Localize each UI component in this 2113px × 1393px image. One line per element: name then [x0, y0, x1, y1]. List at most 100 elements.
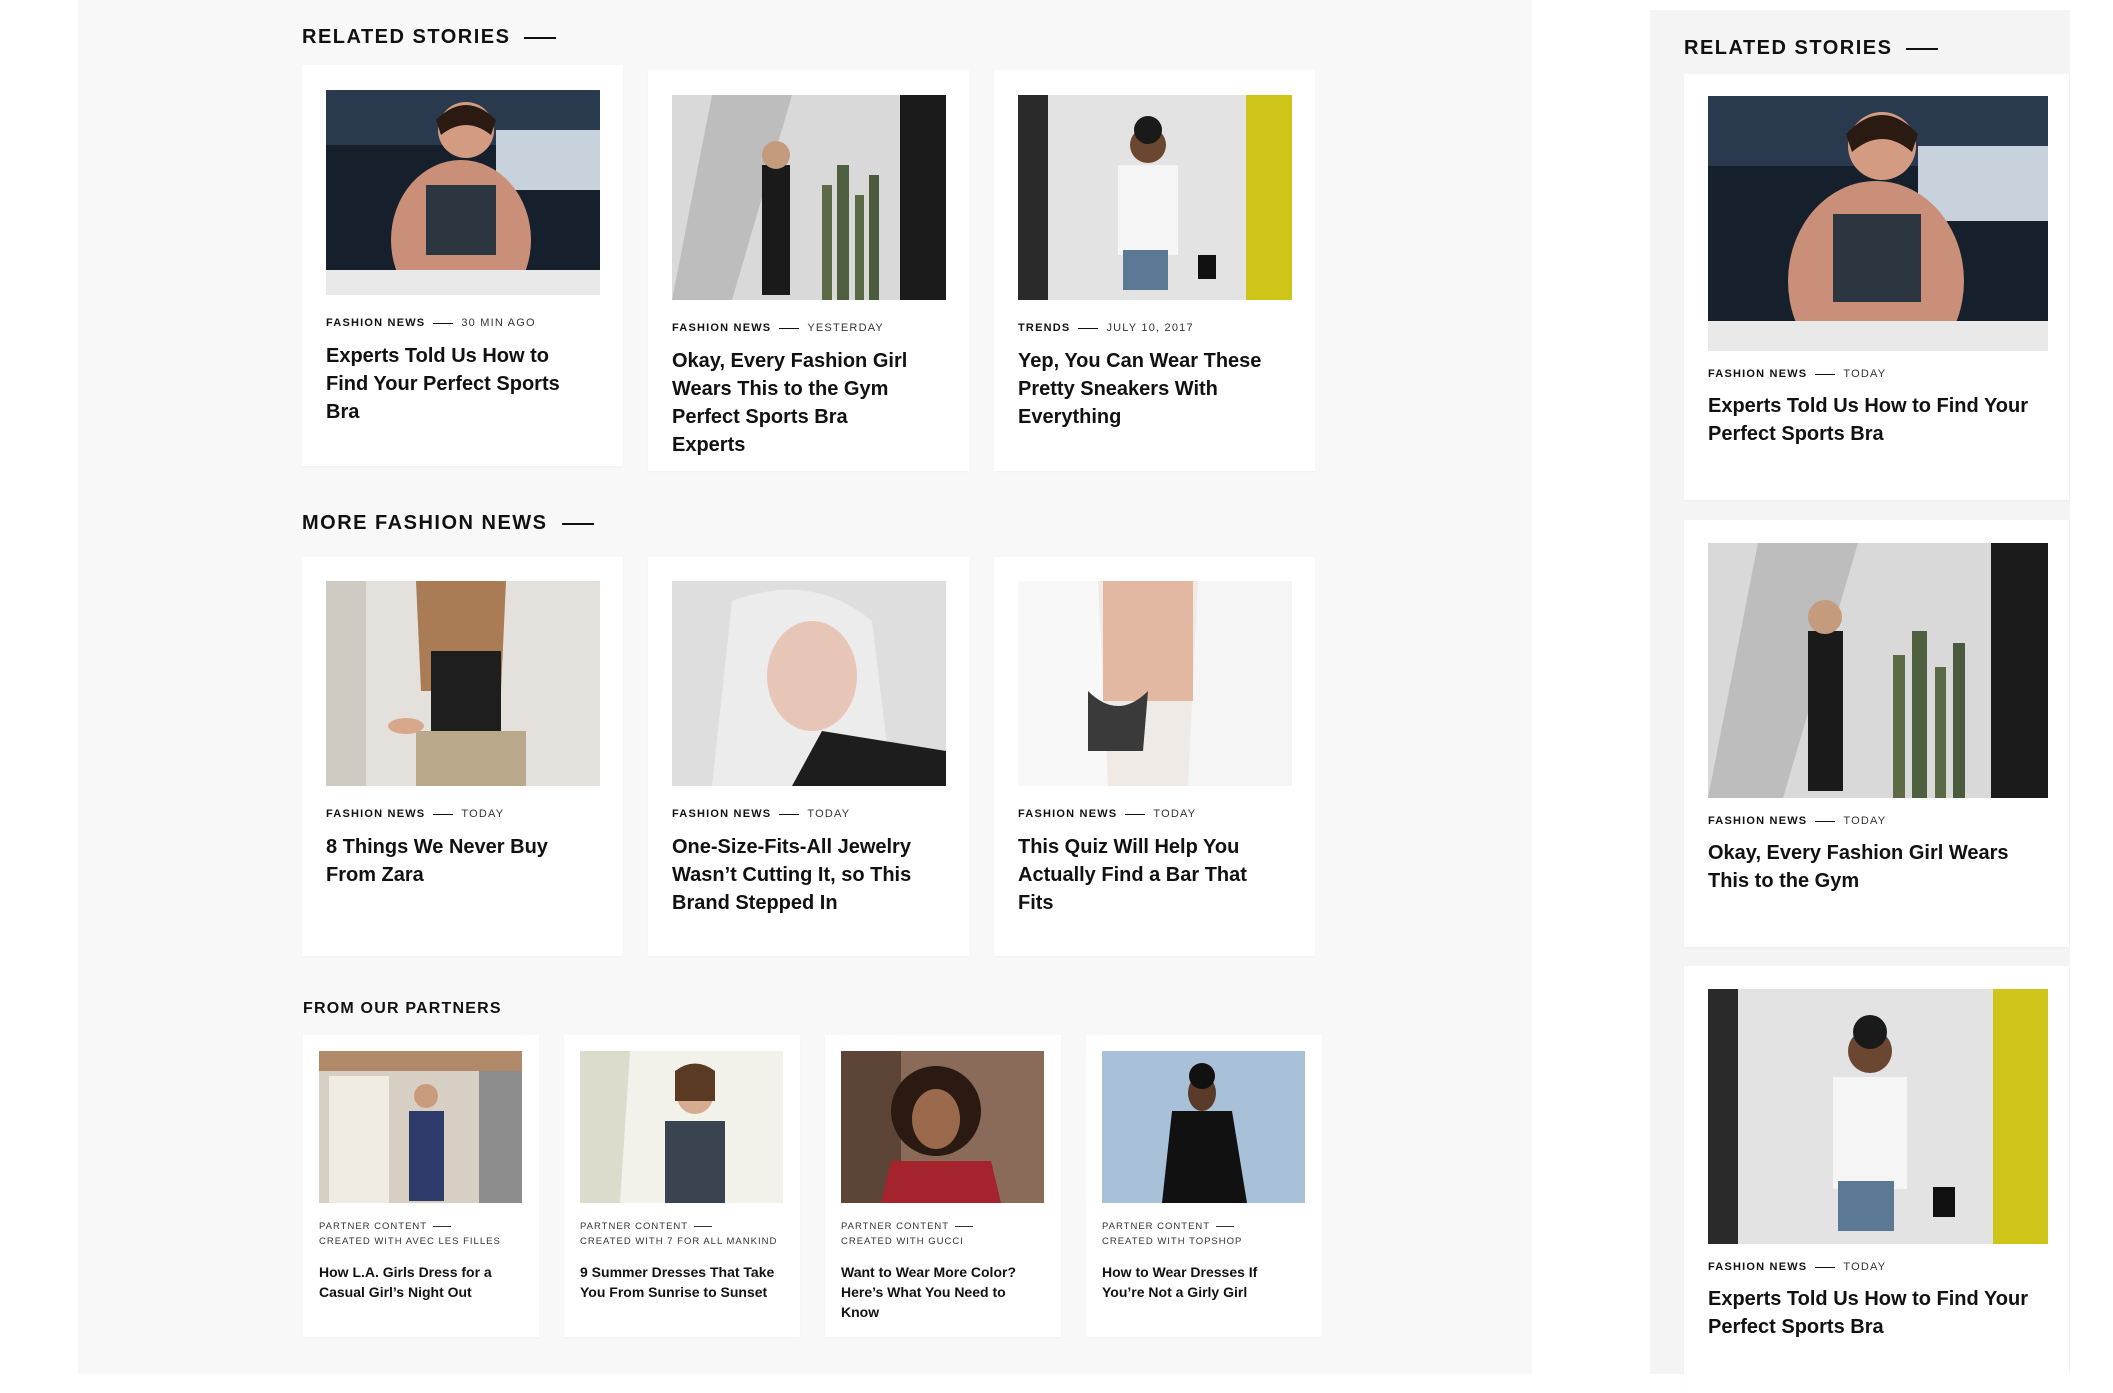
sidebar-related-stories-heading: RELATED STORIES: [1684, 37, 1939, 60]
news-title[interactable]: One-Size-Fits-All Jewelry Wasn’t Cutting…: [672, 833, 922, 917]
meta-dash: [1078, 327, 1099, 329]
heading-dash: [561, 522, 594, 525]
meta-dash: [779, 327, 800, 329]
news-card[interactable]: FASHION NEWS TODAY One-Size-Fits-All Jewe…: [648, 557, 969, 956]
partners-heading: FROM OUR PARTNERS: [303, 1000, 502, 1018]
story-card[interactable]: TRENDS JULY 10, 2017 Yep, You Can Wear Th…: [994, 70, 1315, 471]
partner-title[interactable]: Want to Wear More Color? Here’s What You…: [841, 1262, 1041, 1322]
heading-text: RELATED STORIES: [1684, 37, 1893, 59]
meta-dash: [1815, 1266, 1836, 1268]
heading-dash: [1906, 47, 1939, 50]
partner-card[interactable]: PARTNER CONTENT CREATED WITH GUCCI Want …: [825, 1035, 1061, 1337]
category-label[interactable]: FASHION NEWS: [672, 808, 771, 820]
related-stories-heading: RELATED STORIES: [302, 26, 557, 49]
timestamp: JULY 10, 2017: [1106, 322, 1194, 334]
heading-text: MORE FASHION NEWS: [302, 512, 548, 534]
story-card[interactable]: FASHION NEWS 30 MIN AGO Experts Told Us H…: [302, 65, 623, 466]
partner-created-with: CREATED WITH 7 FOR ALL MANKIND: [580, 1236, 778, 1247]
news-card[interactable]: FASHION NEWS TODAY 8 Things We Never Buy …: [302, 557, 623, 956]
cactus-wall-photo[interactable]: [672, 95, 946, 300]
partner-meta: PARTNER CONTENT CREATED WITH TOPSHOP: [1102, 1219, 1242, 1249]
category-label[interactable]: FASHION NEWS: [1708, 815, 1807, 827]
partner-label: PARTNER CONTENT: [319, 1221, 428, 1232]
partner-meta: PARTNER CONTENT CREATED WITH GUCCI: [841, 1219, 974, 1249]
partner-label: PARTNER CONTENT: [1102, 1221, 1211, 1232]
more-fashion-news-heading: MORE FASHION NEWS: [302, 512, 594, 535]
partner-card[interactable]: PARTNER CONTENT CREATED WITH TOPSHOP How…: [1086, 1035, 1322, 1337]
partner-meta: PARTNER CONTENT CREATED WITH AVEC LES FI…: [319, 1219, 501, 1249]
sidebar-story-title[interactable]: Experts Told Us How to Find Your Perfect…: [1708, 392, 2048, 448]
curly-hair-photo[interactable]: [841, 1051, 1044, 1203]
sidebar-story-meta: FASHION NEWS TODAY: [1708, 1261, 1886, 1273]
meta-dash: [433, 322, 454, 324]
timestamp: TODAY: [1843, 815, 1887, 827]
black-jacket-photo[interactable]: [1102, 1051, 1305, 1203]
phone-girl-photo[interactable]: [326, 581, 600, 786]
partner-title[interactable]: How to Wear Dresses If You’re Not a Girl…: [1102, 1262, 1302, 1302]
partner-meta: PARTNER CONTENT CREATED WITH 7 FOR ALL M…: [580, 1219, 777, 1249]
meta-dash: [1815, 373, 1836, 375]
partner-created-with: CREATED WITH TOPSHOP: [1102, 1236, 1243, 1247]
story-title[interactable]: Yep, You Can Wear These Pretty Sneakers …: [1018, 347, 1268, 431]
news-title[interactable]: 8 Things We Never Buy From Zara: [326, 833, 566, 889]
category-label[interactable]: TRENDS: [1018, 322, 1070, 334]
partner-card[interactable]: PARTNER CONTENT CREATED WITH 7 FOR ALL M…: [564, 1035, 800, 1337]
sidebar-story-title[interactable]: Okay, Every Fashion Girl Wears This to t…: [1708, 839, 2048, 895]
category-label[interactable]: FASHION NEWS: [1018, 808, 1117, 820]
heading-text: RELATED STORIES: [302, 26, 511, 48]
meta-dash: [694, 1225, 713, 1227]
story-title[interactable]: Experts Told Us How to Find Your Perfect…: [326, 342, 566, 426]
story-card[interactable]: FASHION NEWS YESTERDAY Okay, Every Fashio…: [648, 70, 969, 471]
heading-dash: [524, 36, 557, 39]
meta-dash: [433, 813, 454, 815]
category-label[interactable]: FASHION NEWS: [326, 808, 425, 820]
sidebar-story-card[interactable]: FASHION NEWS TODAY Experts Told Us How to…: [1684, 966, 2069, 1393]
timestamp: TODAY: [461, 808, 505, 820]
lace-bralette-photo[interactable]: [1018, 581, 1292, 786]
partner-title[interactable]: 9 Summer Dresses That Take You From Sunr…: [580, 1262, 780, 1302]
timestamp: TODAY: [1153, 808, 1197, 820]
news-card[interactable]: FASHION NEWS TODAY This Quiz Will Help Yo…: [994, 557, 1315, 956]
partner-label: PARTNER CONTENT: [841, 1221, 950, 1232]
partner-label: PARTNER CONTENT: [580, 1221, 689, 1232]
sidebar-story-meta: FASHION NEWS TODAY: [1708, 368, 1886, 380]
sidebar-story-card[interactable]: FASHION NEWS TODAY Experts Told Us How to…: [1684, 74, 2069, 500]
partner-card[interactable]: PARTNER CONTENT CREATED WITH AVEC LES FI…: [303, 1035, 539, 1337]
meta-dash: [1815, 820, 1836, 822]
partner-title[interactable]: How L.A. Girls Dress for a Casual Girl’s…: [319, 1262, 519, 1302]
category-label[interactable]: FASHION NEWS: [326, 317, 425, 329]
news-title[interactable]: This Quiz Will Help You Actually Find a …: [1018, 833, 1268, 917]
story-meta: TRENDS JULY 10, 2017: [1018, 322, 1194, 334]
timestamp: TODAY: [1843, 368, 1887, 380]
la-street-photo[interactable]: [319, 1051, 522, 1203]
heading-text: FROM OUR PARTNERS: [303, 1000, 502, 1017]
summer-dress-photo[interactable]: [580, 1051, 783, 1203]
sidebar-story-meta: FASHION NEWS TODAY: [1708, 815, 1886, 827]
yellow-wall-photo[interactable]: [1708, 989, 2048, 1244]
news-meta: FASHION NEWS TODAY: [672, 808, 850, 820]
story-meta: FASHION NEWS 30 MIN AGO: [326, 317, 536, 329]
partner-created-with: CREATED WITH GUCCI: [841, 1236, 964, 1247]
yellow-wall-photo[interactable]: [1018, 95, 1292, 300]
partner-created-with: CREATED WITH AVEC LES FILLES: [319, 1236, 501, 1247]
story-title[interactable]: Okay, Every Fashion Girl Wears This to t…: [672, 347, 922, 459]
news-meta: FASHION NEWS TODAY: [1018, 808, 1196, 820]
timestamp: TODAY: [807, 808, 851, 820]
sidebar-story-card[interactable]: FASHION NEWS TODAY Okay, Every Fashion Gi…: [1684, 520, 2069, 947]
category-label[interactable]: FASHION NEWS: [672, 322, 771, 334]
meta-dash: [955, 1225, 974, 1227]
timestamp: 30 MIN AGO: [461, 317, 536, 329]
story-meta: FASHION NEWS YESTERDAY: [672, 322, 884, 334]
meta-dash: [1125, 813, 1146, 815]
blonde-portrait-photo[interactable]: [672, 581, 946, 786]
meta-dash: [1216, 1225, 1235, 1227]
sidebar-story-title[interactable]: Experts Told Us How to Find Your Perfect…: [1708, 1285, 2048, 1341]
sports-bra-photo[interactable]: [1708, 96, 2048, 351]
category-label[interactable]: FASHION NEWS: [1708, 368, 1807, 380]
cactus-wall-photo[interactable]: [1708, 543, 2048, 798]
category-label[interactable]: FASHION NEWS: [1708, 1261, 1807, 1273]
meta-dash: [779, 813, 800, 815]
timestamp: YESTERDAY: [807, 322, 884, 334]
sports-bra-photo[interactable]: [326, 90, 600, 295]
news-meta: FASHION NEWS TODAY: [326, 808, 504, 820]
